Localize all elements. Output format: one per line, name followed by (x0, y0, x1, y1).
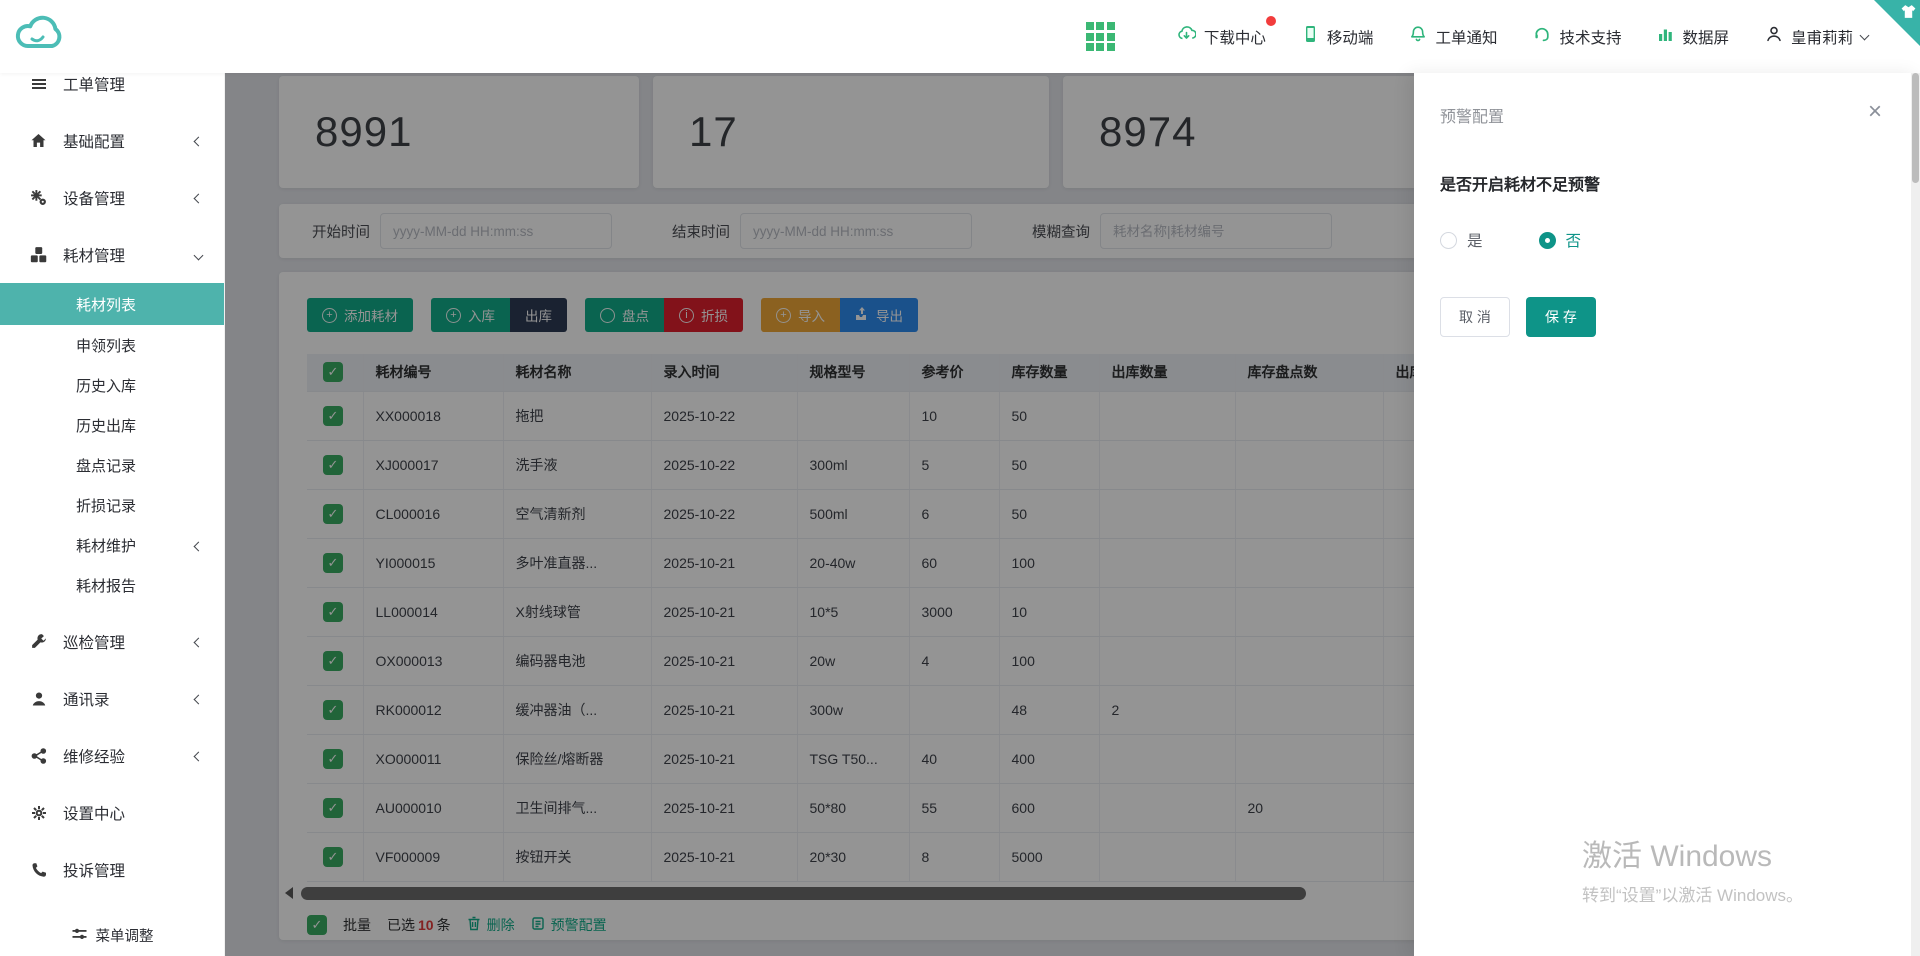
list-icon (30, 76, 47, 92)
sidebar-item-device-mgmt[interactable]: 设备管理 (0, 169, 224, 226)
sidebar-subitem-label: 历史出库 (76, 415, 136, 436)
sidebar-item-complaints[interactable]: 投诉管理 (0, 841, 224, 898)
share-icon (30, 748, 47, 764)
nav-label: 移动端 (1327, 26, 1374, 48)
sidebar-subitem-label: 耗材列表 (76, 294, 136, 315)
sidebar-item-label: 基础配置 (63, 130, 125, 152)
phone-icon (30, 862, 47, 878)
menu-adjust-label: 菜单调整 (96, 925, 154, 946)
sidebar-subitem-label: 耗材维护 (76, 535, 136, 556)
nav-label: 下载中心 (1204, 26, 1266, 48)
sidebar-item-settings-center[interactable]: 设置中心 (0, 784, 224, 841)
user-icon (1765, 25, 1783, 48)
sidebar-item-repair-experience[interactable]: 维修经验 (0, 727, 224, 784)
sidebar-subitem-label: 折损记录 (76, 495, 136, 516)
sidebar-item-label: 巡检管理 (63, 631, 125, 653)
sidebar-item-inspection[interactable]: 巡检管理 (0, 613, 224, 670)
sidebar-menu-adjust[interactable]: 菜单调整 (0, 925, 224, 946)
sidebar-item-label: 工单管理 (63, 73, 125, 95)
chevron-left-icon (194, 541, 204, 551)
app-logo-cloud-icon (12, 8, 64, 65)
cloud-download-icon (1177, 25, 1196, 48)
sliders-icon (71, 926, 88, 946)
headset-icon (1533, 25, 1551, 48)
mobile-icon (1302, 25, 1319, 48)
sidebar-item-label: 通讯录 (63, 688, 110, 710)
close-icon[interactable]: × (1868, 103, 1882, 121)
cancel-button[interactable]: 取 消 (1440, 297, 1510, 337)
radio-circle-icon (1539, 232, 1556, 249)
sidebar-item-workorder[interactable]: 工单管理 (0, 73, 224, 112)
chevron-left-icon (194, 193, 204, 203)
nav-label: 工单通知 (1435, 26, 1497, 48)
warning-config-drawer: 预警配置 × 是否开启耗材不足预警 是 否 取 消 保 存 激活 Windows… (1414, 73, 1920, 956)
nav-download-center[interactable]: 下载中心 (1177, 25, 1266, 48)
sidebar-item-label: 设置中心 (63, 802, 125, 824)
radio-no[interactable]: 否 (1539, 229, 1582, 251)
bell-icon (1409, 25, 1427, 48)
nav-label: 数据屏 (1682, 26, 1729, 48)
notification-dot (1266, 16, 1276, 26)
watermark-line1: 激活 Windows (1582, 831, 1803, 875)
sidebar-item-label: 耗材管理 (63, 244, 125, 266)
chevron-left-icon (194, 136, 204, 146)
page-scrollbar (1911, 73, 1920, 956)
nav-user-menu[interactable]: 皇甫莉莉 (1765, 25, 1868, 48)
bar-chart-icon (1657, 26, 1674, 48)
page-scrollbar-thumb[interactable] (1912, 73, 1919, 183)
sidebar-item-label: 投诉管理 (63, 859, 125, 881)
sidebar-item-label: 维修经验 (63, 745, 125, 767)
watermark-line2: 转到“设置”以激活 Windows。 (1582, 881, 1803, 906)
radio-circle-icon (1440, 232, 1457, 249)
nav-tech-support[interactable]: 技术支持 (1533, 25, 1621, 48)
windows-activation-watermark: 激活 Windows 转到“设置”以激活 Windows。 (1582, 831, 1803, 906)
sidebar-item-consumables[interactable]: 耗材管理 (0, 226, 224, 283)
sidebar-subitem-consumable-list[interactable]: 耗材列表 (0, 283, 224, 325)
corner-shirt-icon (1900, 4, 1917, 20)
nav-user-name: 皇甫莉莉 (1791, 26, 1853, 48)
sidebar-subitem-label: 耗材报告 (76, 575, 136, 596)
drawer-title: 预警配置 (1440, 103, 1504, 127)
sidebar-subitem-damage-records[interactable]: 折损记录 (0, 485, 224, 525)
radio-yes[interactable]: 是 (1440, 229, 1483, 251)
sidebar-subitem-history-in[interactable]: 历史入库 (0, 365, 224, 405)
person-icon (30, 691, 47, 707)
chevron-left-icon (194, 637, 204, 647)
gears-icon (30, 189, 47, 206)
nav-mobile[interactable]: 移动端 (1302, 25, 1374, 48)
chevron-down-icon (194, 250, 204, 260)
nav-data-screen[interactable]: 数据屏 (1657, 26, 1729, 48)
gear-icon (30, 805, 47, 821)
sidebar-subitem-consumable-report[interactable]: 耗材报告 (0, 565, 224, 605)
sidebar-subitem-history-out[interactable]: 历史出库 (0, 405, 224, 445)
sidebar-item-contacts[interactable]: 通讯录 (0, 670, 224, 727)
chevron-down-icon (1860, 30, 1870, 40)
nav-label: 技术支持 (1559, 26, 1621, 48)
chevron-left-icon (194, 751, 204, 761)
apps-grid-icon[interactable] (1086, 22, 1115, 51)
wrench-icon (30, 633, 47, 650)
sidebar-item-label: 设备管理 (63, 187, 125, 209)
radio-yes-label: 是 (1467, 229, 1483, 251)
corner-ribbon[interactable] (1874, 0, 1920, 46)
sidebar: 工单管理 基础配置 设备管理 耗材管理 耗材列表 申领列表 历史入库 (0, 73, 225, 956)
sidebar-subitem-label: 盘点记录 (76, 455, 136, 476)
chevron-left-icon (194, 694, 204, 704)
radio-group: 是 否 (1440, 229, 1890, 251)
save-button[interactable]: 保 存 (1526, 297, 1596, 337)
drawer-question: 是否开启耗材不足预警 (1440, 171, 1890, 195)
sidebar-subitem-consumable-maintain[interactable]: 耗材维护 (0, 525, 224, 565)
sidebar-subitem-label: 历史入库 (76, 375, 136, 396)
sidebar-item-basic-config[interactable]: 基础配置 (0, 112, 224, 169)
nav-workorder-notify[interactable]: 工单通知 (1409, 25, 1497, 48)
top-navbar: 下载中心 移动端 工单通知 (0, 0, 1920, 73)
radio-no-label: 否 (1566, 229, 1582, 251)
cubes-icon (30, 246, 47, 263)
home-icon (30, 133, 47, 149)
sidebar-subitem-label: 申领列表 (76, 335, 136, 356)
sidebar-subitem-inventory-records[interactable]: 盘点记录 (0, 445, 224, 485)
sidebar-subitem-apply-list[interactable]: 申领列表 (0, 325, 224, 365)
